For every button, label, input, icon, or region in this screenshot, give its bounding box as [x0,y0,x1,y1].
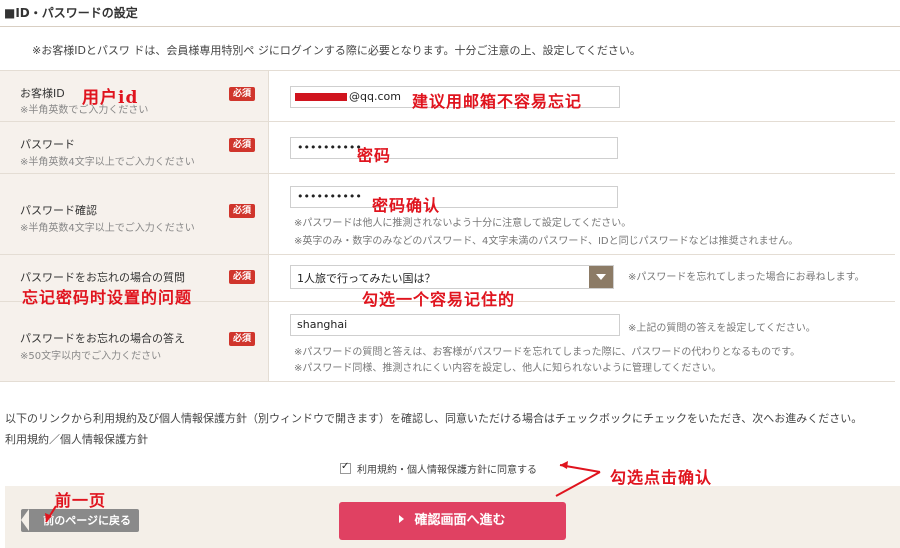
password-confirm-input[interactable]: •••••••••• [290,186,618,208]
annotation-user-id: 用户id [82,88,139,108]
annotation-password: 密码 [357,146,392,165]
label-question: パスワードをお忘れの場合の質問 [20,271,185,284]
label-customer-id: お客様ID [20,87,65,100]
section-title: ■ID・パスワードの設定 [4,6,138,20]
password-note-1: ※パスワードは他人に推測されないよう十分に注意して設定してください。 [294,218,632,229]
label-cell: パスワード ※半角英数4文字以上でご入力ください 必須 [0,122,269,173]
required-badge: 必須 [229,138,255,152]
required-badge: 必須 [229,87,255,101]
required-badge: 必須 [229,332,255,346]
label-answer: パスワードをお忘れの場合の答え [20,332,185,345]
customer-id-value: @qq.com [349,90,401,103]
annotation-question: 忘记密码时设置的问题 [22,288,193,307]
annotation-password-confirm: 密码确认 [372,196,441,215]
intro-text: ※お客様IDとパスワ ドは、会員様専用特別ペ ジにログインする際に必要となります… [32,44,641,57]
agree-checkbox-row[interactable]: 利用規約・個人情報保護方針に同意する [340,461,537,476]
annotation-email-tip: 建议用邮箱不容易忘记 [412,92,583,111]
question-note: ※パスワードを忘れてしまった場合にお尋ねします。 [628,272,865,283]
divider [0,26,900,27]
answer-note: ※上記の質問の答えを設定してください。 [628,323,816,334]
terms-text: 以下のリンクから利用規約及び個人情報保護方針（別ウィンドウで開きます）を確認し、… [5,412,863,425]
required-badge: 必須 [229,270,255,284]
hint-answer: ※50文字以内でご入力ください [20,351,162,362]
label-password: パスワード [20,138,75,151]
password-input[interactable]: •••••••••• [290,137,618,159]
password-note-2: ※英字のみ・数字のみなどのパスワード、4文字未満のパスワード、IDと同じパスワー… [294,236,799,247]
label-cell: パスワード確認 ※半角英数4文字以上でご入力ください 必須 [0,174,269,254]
hint-password: ※半角英数4文字以上でご入力ください [20,157,195,168]
redacted-mark [295,93,347,101]
annotation-select-tip: 勾选一个容易记住的 [362,290,516,309]
back-button[interactable]: 前のページに戻る [21,509,139,532]
answer-input[interactable]: shanghai [290,314,620,336]
question-selected: 1人旅で行ってみたい国は？ [297,272,436,285]
hint-password-confirm: ※半角英数4文字以上でご入力ください [20,223,195,234]
confirm-label: 確認画面へ進む [414,513,506,528]
annotation-agree-tip: 勾选点击确认 [610,468,713,487]
agree-checkbox[interactable] [340,461,351,474]
chevron-down-icon[interactable] [589,266,613,288]
terms-link[interactable]: 利用規約／個人情報保護方針 [5,431,148,447]
play-icon [399,515,405,523]
label-cell: パスワードをお忘れの場合の答え ※50文字以内でご入力ください 必須 [0,302,269,381]
required-badge: 必須 [229,204,255,218]
annotation-back-tip: 前一页 [55,491,107,510]
label-password-confirm: パスワード確認 [20,204,97,217]
answer-note-3: ※パスワード同様、推測されにくい内容を設定し、他人に知られないように管理してくだ… [294,363,722,374]
agree-label[interactable]: 利用規約・個人情報保護方針に同意する [357,461,537,476]
answer-note-2: ※パスワードの質問と答えは、お客様がパスワードを忘れてしまった際に、パスワードの… [294,347,801,358]
confirm-button[interactable]: 確認画面へ進む [339,502,566,540]
